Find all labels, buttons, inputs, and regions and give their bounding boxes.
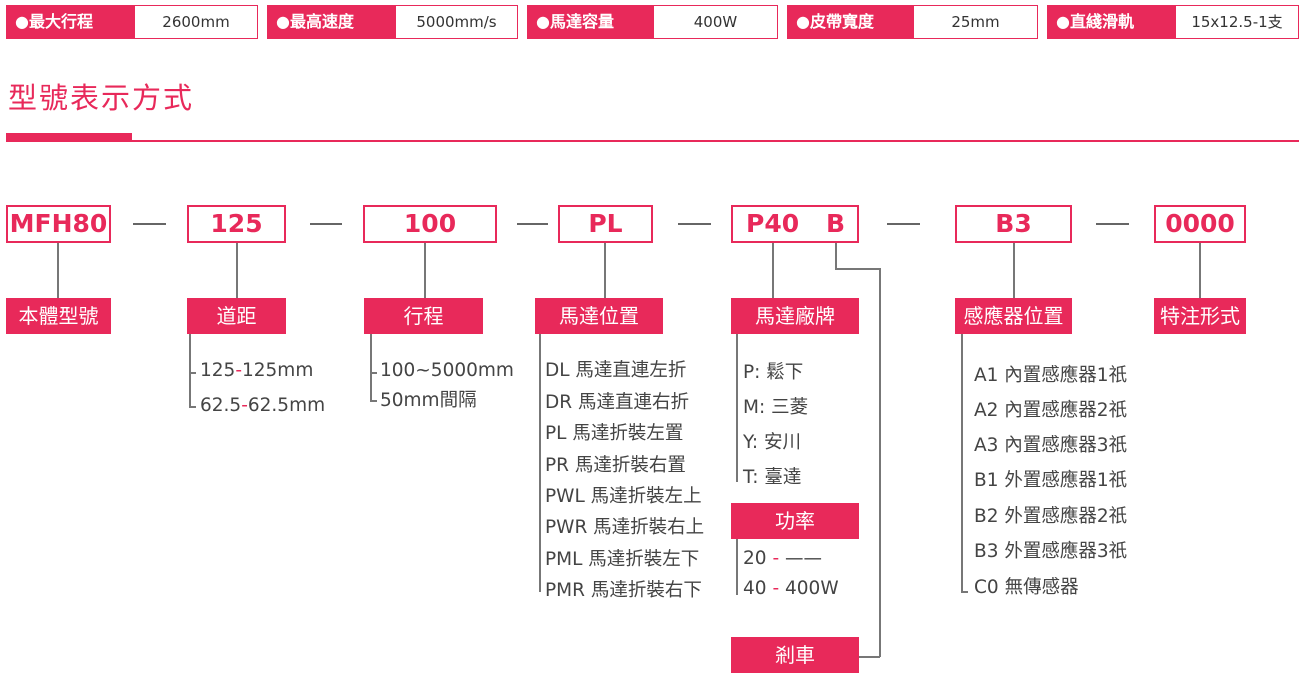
option-value: 62.5mm xyxy=(247,395,326,416)
option-value: 400W xyxy=(785,578,839,599)
option-tick xyxy=(189,406,196,408)
sensor-option: B1 外置感應器1祇 xyxy=(974,470,1128,491)
connector xyxy=(604,243,606,298)
sensor-option: B2 外置感應器2祇 xyxy=(974,506,1128,527)
option-bracket xyxy=(370,334,372,401)
motor-brand-option: Y: 安川 xyxy=(743,432,801,453)
label-motor-position: 馬達位置 xyxy=(535,298,663,334)
option-bracket xyxy=(539,334,541,592)
motor-brand-option: P: 鬆下 xyxy=(743,362,804,383)
motor-position-option: PWL 馬達折裝左上 xyxy=(545,486,702,507)
code-special: 0000 xyxy=(1154,205,1246,243)
separator-dash xyxy=(1096,223,1129,225)
motor-position-option: PML 馬達折裝左下 xyxy=(545,549,700,570)
spec-label: ●皮帶寬度 xyxy=(788,6,914,38)
option-value: 125mm xyxy=(242,360,314,381)
connector xyxy=(772,243,774,298)
connector xyxy=(1199,243,1201,298)
sensor-option: A3 內置感應器3祇 xyxy=(974,435,1128,456)
code-motor-position: PL xyxy=(558,205,653,243)
sensor-option: C0 無傳感器 xyxy=(974,577,1079,598)
separator-dash xyxy=(678,223,711,225)
motor-position-option: PWR 馬達折裝右上 xyxy=(545,517,705,538)
option-sep: - xyxy=(772,548,780,569)
spec-max-speed: ●最高速度 5000mm/s xyxy=(267,5,518,39)
option-code: 62.5 xyxy=(200,395,242,416)
stroke-option: 50mm間隔 xyxy=(380,390,477,411)
option-value: —— xyxy=(785,548,823,569)
spec-value: 400W xyxy=(693,13,738,31)
label-sensor: 感應器位置 xyxy=(955,298,1072,334)
separator-dash xyxy=(310,223,342,225)
spec-max-stroke: ●最大行程 2600mm xyxy=(6,5,258,39)
motor-position-option: PMR 馬達折裝右下 xyxy=(545,580,702,601)
code-model: MFH80 xyxy=(6,205,111,243)
option-code: 20 xyxy=(743,548,767,569)
label-pitch: 道距 xyxy=(187,298,286,334)
option-bracket xyxy=(736,334,738,482)
motor-brand-option: T: 臺達 xyxy=(743,467,802,488)
motor-position-option: DR 馬達直連右折 xyxy=(545,392,689,413)
option-tick xyxy=(370,372,377,374)
label-brake: 剎車 xyxy=(731,637,859,673)
option-code: 40 xyxy=(743,578,767,599)
code-stroke: 100 xyxy=(363,205,497,243)
spec-label: ●最大行程 xyxy=(7,6,135,38)
motor-position-option: PL 馬達折裝左置 xyxy=(545,423,684,444)
spec-motor-capacity: ●馬達容量 400W xyxy=(527,5,778,39)
spec-linear-rail: ●直綫滑軌 15x12.5-1支 xyxy=(1047,5,1299,39)
section-title: 型號表示方式 xyxy=(8,81,195,115)
sensor-option: A2 內置感應器2祇 xyxy=(974,400,1128,421)
brake-connector xyxy=(835,268,880,270)
brake-connector xyxy=(858,656,880,658)
motor-position-option: DL 馬達直連左折 xyxy=(545,360,687,381)
brake-connector xyxy=(879,268,881,657)
label-model: 本體型號 xyxy=(6,298,111,334)
separator-dash xyxy=(133,223,166,225)
code-pitch: 125 xyxy=(187,205,286,243)
spec-label: ●直綫滑軌 xyxy=(1048,6,1176,38)
spec-value: 15x12.5-1支 xyxy=(1191,13,1283,31)
code-brake: B xyxy=(826,209,846,238)
option-bracket xyxy=(961,334,963,592)
label-motor-brand: 馬達廠牌 xyxy=(731,298,859,334)
pitch-option: 62.5-62.5mm xyxy=(200,395,325,417)
option-bracket xyxy=(189,334,191,407)
sensor-option: B3 外置感應器3祇 xyxy=(974,541,1128,562)
power-option: 20 - —— xyxy=(743,548,822,570)
option-tick xyxy=(370,400,377,402)
code-sensor: B3 xyxy=(955,205,1072,243)
sensor-option: A1 內置感應器1祇 xyxy=(974,365,1128,386)
separator-dash xyxy=(887,223,920,225)
option-sep: - xyxy=(772,578,780,599)
pitch-option: 125-125mm xyxy=(200,360,313,382)
separator-dash xyxy=(517,223,548,225)
label-stroke: 行程 xyxy=(364,298,483,334)
motor-brand-option: M: 三菱 xyxy=(743,397,809,418)
option-tick xyxy=(961,591,968,593)
title-underline xyxy=(6,140,1299,142)
option-bracket xyxy=(736,539,738,595)
motor-position-option: PR 馬達折裝右置 xyxy=(545,455,686,476)
spec-label: ●最高速度 xyxy=(268,6,396,38)
spec-value: 25mm xyxy=(951,13,1000,31)
connector xyxy=(57,243,59,298)
spec-belt-width: ●皮帶寬度 25mm xyxy=(787,5,1038,39)
label-special: 特注形式 xyxy=(1154,298,1246,334)
spec-value: 5000mm/s xyxy=(416,13,497,31)
option-tick xyxy=(189,372,196,374)
option-sep: - xyxy=(241,395,248,416)
label-power: 功率 xyxy=(731,503,859,539)
spec-label: ●馬達容量 xyxy=(528,6,654,38)
option-sep: - xyxy=(235,360,242,381)
brake-connector xyxy=(835,243,837,269)
connector xyxy=(424,243,426,298)
connector xyxy=(1013,243,1015,298)
connector xyxy=(236,243,238,298)
code-motor-brand: P40 xyxy=(746,209,800,238)
option-code: 125 xyxy=(200,360,236,381)
spec-value: 2600mm xyxy=(162,13,230,31)
power-option: 40 - 400W xyxy=(743,578,839,600)
stroke-option: 100~5000mm xyxy=(380,360,514,381)
